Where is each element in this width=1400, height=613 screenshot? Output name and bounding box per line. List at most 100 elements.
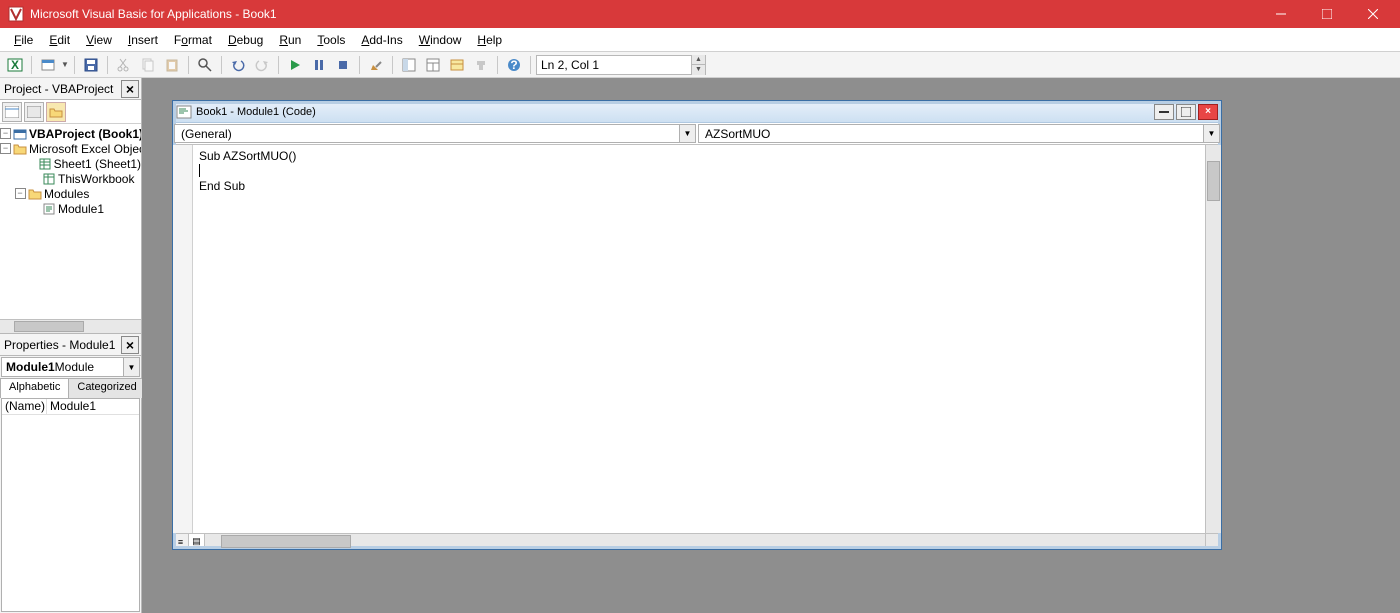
paste-icon[interactable] bbox=[161, 54, 183, 76]
find-icon[interactable] bbox=[194, 54, 216, 76]
property-name-label: (Name) bbox=[2, 399, 47, 414]
code-window-titlebar[interactable]: Book1 - Module1 (Code) × bbox=[173, 101, 1221, 123]
text-cursor bbox=[199, 164, 200, 177]
code-editor[interactable]: Sub AZSortMUO() End Sub bbox=[193, 145, 1205, 533]
insert-object-icon[interactable] bbox=[37, 54, 59, 76]
project-hscroll[interactable] bbox=[0, 319, 141, 333]
property-name-value[interactable]: Module1 bbox=[47, 399, 139, 414]
run-icon[interactable] bbox=[284, 54, 306, 76]
project-panel-header: Project - VBAProject × bbox=[0, 78, 141, 100]
properties-window-icon[interactable] bbox=[422, 54, 444, 76]
menu-window[interactable]: Window bbox=[411, 31, 470, 49]
procedure-combo-value: AZSortMUO bbox=[705, 127, 770, 141]
tree-root-label: VBAProject (Book1) bbox=[29, 127, 141, 141]
menu-insert[interactable]: Insert bbox=[120, 31, 166, 49]
menu-format[interactable]: Format bbox=[166, 31, 220, 49]
code-hscroll[interactable] bbox=[205, 534, 1205, 549]
code-window-title: Book1 - Module1 (Code) bbox=[196, 106, 1152, 118]
menu-file[interactable]: File bbox=[6, 31, 41, 49]
toolbox-icon[interactable] bbox=[470, 54, 492, 76]
save-icon[interactable] bbox=[80, 54, 102, 76]
code-window-minimize-icon[interactable] bbox=[1154, 104, 1174, 120]
tree-excel-objects-label: Microsoft Excel Objects bbox=[29, 142, 141, 156]
properties-tabs: Alphabetic Categorized bbox=[0, 378, 141, 398]
toggle-folders-icon[interactable] bbox=[46, 102, 66, 122]
code-window: Book1 - Module1 (Code) × (General) ▼ AZS… bbox=[172, 100, 1222, 550]
menu-tools[interactable]: Tools bbox=[309, 31, 353, 49]
resize-grip-icon[interactable] bbox=[1205, 534, 1221, 549]
object-combo[interactable]: (General) ▼ bbox=[174, 124, 696, 143]
view-excel-icon[interactable]: X bbox=[4, 54, 26, 76]
insert-dropdown-icon[interactable]: ▼ bbox=[61, 54, 69, 76]
toolbar: X ▼ ? Ln 2, Col 1 ▲▼ bbox=[0, 52, 1400, 78]
tab-alphabetic[interactable]: Alphabetic bbox=[0, 378, 69, 398]
property-row-name[interactable]: (Name) Module1 bbox=[2, 399, 139, 415]
procedure-view-icon[interactable]: ≡ bbox=[173, 534, 189, 549]
tree-sheet1-label: Sheet1 (Sheet1) bbox=[54, 157, 141, 171]
object-combo-dropdown-icon[interactable]: ▼ bbox=[679, 125, 695, 142]
properties-grid: (Name) Module1 bbox=[1, 398, 140, 612]
procedure-combo[interactable]: AZSortMUO ▼ bbox=[698, 124, 1220, 143]
titlebar: Microsoft Visual Basic for Applications … bbox=[0, 0, 1400, 28]
break-icon[interactable] bbox=[308, 54, 330, 76]
tree-module1[interactable]: Module1 bbox=[0, 201, 141, 216]
help-icon[interactable]: ? bbox=[503, 54, 525, 76]
project-explorer-icon[interactable] bbox=[398, 54, 420, 76]
object-browser-icon[interactable] bbox=[446, 54, 468, 76]
menu-edit[interactable]: Edit bbox=[41, 31, 78, 49]
tree-root[interactable]: − VBAProject (Book1) bbox=[0, 126, 141, 141]
tree-excel-objects[interactable]: − Microsoft Excel Objects bbox=[0, 141, 141, 156]
position-indicator[interactable]: Ln 2, Col 1 ▲▼ bbox=[536, 55, 706, 75]
window-title: Microsoft Visual Basic for Applications … bbox=[30, 7, 1258, 21]
full-module-view-icon[interactable]: ▤ bbox=[189, 534, 205, 549]
folder-icon bbox=[13, 142, 27, 156]
tree-thisworkbook-label: ThisWorkbook bbox=[58, 172, 134, 186]
procedure-combo-dropdown-icon[interactable]: ▼ bbox=[1203, 125, 1219, 142]
tab-categorized[interactable]: Categorized bbox=[68, 378, 145, 398]
redo-icon[interactable] bbox=[251, 54, 273, 76]
code-window-maximize-icon[interactable] bbox=[1176, 104, 1196, 120]
project-toolbar bbox=[0, 100, 141, 124]
tree-module1-label: Module1 bbox=[58, 202, 104, 216]
maximize-button[interactable] bbox=[1304, 0, 1350, 28]
tree-thisworkbook[interactable]: ThisWorkbook bbox=[0, 171, 141, 186]
app-icon bbox=[8, 6, 24, 22]
folder-icon bbox=[28, 187, 42, 201]
tree-modules-label: Modules bbox=[44, 187, 89, 201]
properties-panel-header: Properties - Module1 × bbox=[0, 334, 141, 356]
minimize-button[interactable] bbox=[1258, 0, 1304, 28]
module-icon bbox=[42, 202, 56, 216]
menu-view[interactable]: View bbox=[78, 31, 120, 49]
project-tree[interactable]: − VBAProject (Book1) − Microsoft Excel O… bbox=[0, 124, 141, 333]
svg-text:?: ? bbox=[510, 58, 517, 72]
code-window-close-icon[interactable]: × bbox=[1198, 104, 1218, 120]
code-vscroll[interactable] bbox=[1205, 145, 1221, 533]
menubar: File Edit View Insert Format Debug Run T… bbox=[0, 28, 1400, 52]
code-line-3: End Sub bbox=[199, 179, 245, 193]
worksheet-icon bbox=[38, 157, 52, 171]
copy-icon[interactable] bbox=[137, 54, 159, 76]
properties-object-dropdown-icon[interactable]: ▼ bbox=[123, 358, 139, 376]
menu-addins[interactable]: Add-Ins bbox=[353, 31, 410, 49]
pos-down-icon[interactable]: ▼ bbox=[692, 65, 705, 75]
pos-up-icon[interactable]: ▲ bbox=[692, 55, 705, 66]
design-mode-icon[interactable] bbox=[365, 54, 387, 76]
tree-modules[interactable]: − Modules bbox=[0, 186, 141, 201]
close-button[interactable] bbox=[1350, 0, 1396, 28]
menu-help[interactable]: Help bbox=[469, 31, 510, 49]
view-object-icon[interactable] bbox=[24, 102, 44, 122]
tree-sheet1[interactable]: Sheet1 (Sheet1) bbox=[0, 156, 141, 171]
menu-run[interactable]: Run bbox=[271, 31, 309, 49]
properties-panel-title: Properties - Module1 bbox=[4, 338, 121, 352]
cut-icon[interactable] bbox=[113, 54, 135, 76]
position-text: Ln 2, Col 1 bbox=[541, 58, 599, 72]
undo-icon[interactable] bbox=[227, 54, 249, 76]
project-panel-close-icon[interactable]: × bbox=[121, 80, 139, 98]
properties-panel-close-icon[interactable]: × bbox=[121, 336, 139, 354]
reset-icon[interactable] bbox=[332, 54, 354, 76]
properties-object-selector[interactable]: Module1 Module ▼ bbox=[1, 357, 140, 377]
view-code-icon[interactable] bbox=[2, 102, 22, 122]
menu-debug[interactable]: Debug bbox=[220, 31, 271, 49]
properties-object-type: Module bbox=[55, 360, 94, 374]
code-margin[interactable] bbox=[173, 145, 193, 533]
